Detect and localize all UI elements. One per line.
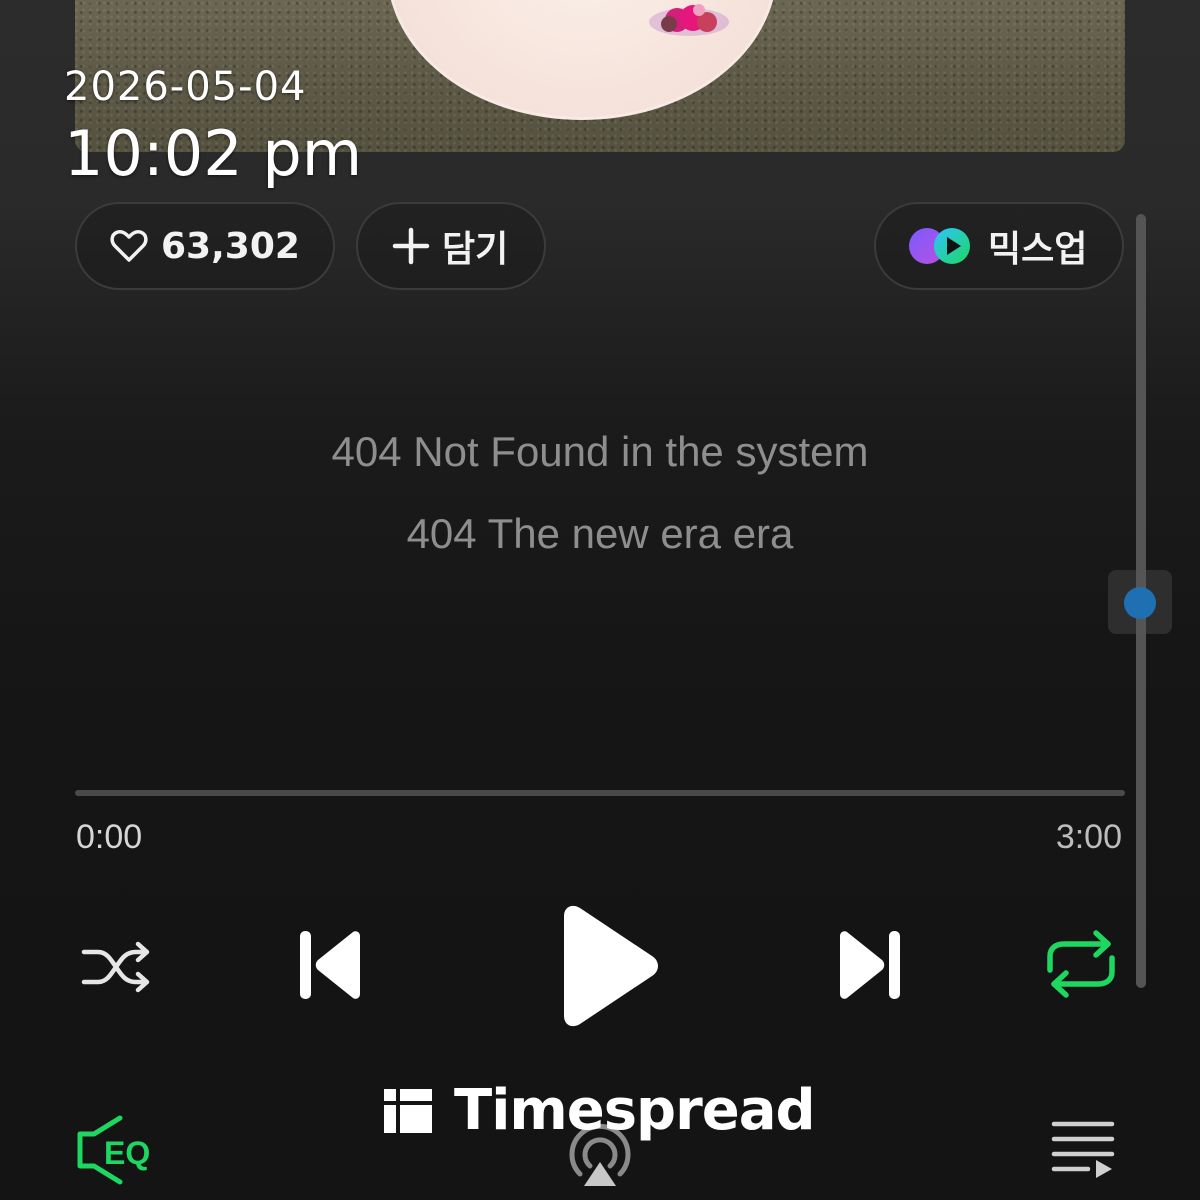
clock-time: 10:02 pm: [64, 117, 363, 190]
current-time: 0:00: [76, 818, 143, 856]
add-label: 담기: [442, 229, 509, 270]
watermark-text: Timespread: [454, 1078, 816, 1143]
player-screen: 2026-05-04 10:02 pm 63,302 담기 믹스업 404 No…: [0, 0, 1200, 1200]
mixup-label: 믹스업: [988, 229, 1088, 270]
like-count: 63,302: [161, 225, 300, 267]
watermark-logo: [384, 1088, 432, 1133]
repeat-icon[interactable]: [1044, 930, 1118, 998]
like-button[interactable]: 63,302: [75, 202, 335, 290]
heart-icon: [110, 229, 148, 262]
next-icon[interactable]: [834, 928, 902, 1002]
add-to-playlist-button[interactable]: 담기: [356, 202, 546, 290]
mixup-button[interactable]: 믹스업: [874, 202, 1124, 290]
progress-bar[interactable]: [75, 790, 1125, 796]
scrollbar-thumb[interactable]: [1124, 587, 1156, 619]
playlist-icon[interactable]: [1050, 1118, 1116, 1180]
eq-label: EQ: [104, 1135, 150, 1171]
total-time: 3:00: [1055, 818, 1122, 856]
clock-overlay: 2026-05-04 10:02 pm: [64, 62, 362, 190]
play-icon[interactable]: [560, 904, 660, 1028]
clock-date: 2026-05-04: [64, 64, 307, 110]
eq-icon[interactable]: EQ: [74, 1114, 166, 1186]
shuffle-icon[interactable]: [80, 938, 154, 996]
mixup-icon: [909, 228, 970, 264]
album-art-fruit: [649, 4, 729, 36]
lyric-line[interactable]: 404 The new era era: [0, 510, 1200, 558]
plus-icon: [392, 227, 430, 265]
watermark: Timespread: [382, 1078, 816, 1143]
lyric-line[interactable]: 404 Not Found in the system: [0, 428, 1200, 476]
previous-icon[interactable]: [298, 928, 366, 1002]
